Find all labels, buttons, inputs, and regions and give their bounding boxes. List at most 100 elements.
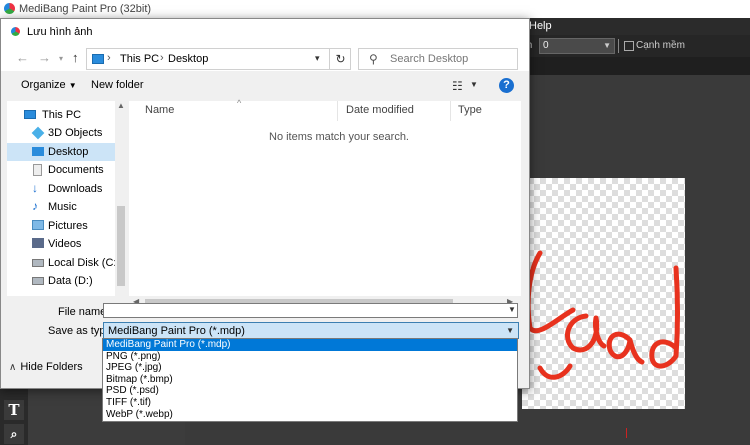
nav-item-pictures[interactable]: Pictures xyxy=(7,217,115,235)
nav-item-data-d[interactable]: Data (D:) xyxy=(7,272,115,290)
view-options-icon[interactable]: ☷ xyxy=(452,79,463,93)
stroke-letter-l xyxy=(525,250,576,334)
search-input[interactable]: ⚲ Search Desktop xyxy=(358,48,518,70)
nav-item-label: 3D Objects xyxy=(48,127,103,139)
nav-item-label: Local Disk (C:) xyxy=(48,257,121,269)
toolbar-divider xyxy=(618,39,619,53)
file-name-label: File name: xyxy=(58,306,110,318)
nav-item-label: Documents xyxy=(48,164,104,176)
app-title: MediBang Paint Pro (32bit) xyxy=(19,3,152,15)
save-image-dialog: Lưu hình ảnh ← → ▾ ↑ › This PC › Desktop… xyxy=(0,18,530,389)
scroll-up-icon[interactable]: ▲ xyxy=(117,101,125,110)
desktop-icon xyxy=(32,147,44,156)
column-header-date-modified[interactable]: Date modified xyxy=(346,104,414,116)
stroke-tail xyxy=(537,363,573,380)
nav-item-downloads[interactable]: ↓ Downloads xyxy=(7,180,115,198)
organize-label: Organize xyxy=(21,79,66,91)
toolbar-combo-value: 0 xyxy=(543,40,549,51)
3d-objects-icon xyxy=(31,126,45,140)
nav-item-local-disk-c[interactable]: Local Disk (C:) xyxy=(7,254,120,272)
refresh-icon[interactable]: ↻ xyxy=(329,49,351,69)
videos-icon xyxy=(32,238,44,248)
select-tool-icon[interactable]: ⌕ xyxy=(4,424,24,444)
command-bar: Organize ▼ New folder ☷ ▼ ? xyxy=(1,71,529,101)
save-as-type-value: MediBang Paint Pro (*.mdp) xyxy=(108,325,245,337)
pictures-icon xyxy=(32,220,44,230)
scrollbar-thumb[interactable] xyxy=(117,206,125,286)
chevron-down-icon: ▼ xyxy=(68,81,77,90)
file-type-option[interactable]: TIFF (*.tif) xyxy=(103,397,517,409)
text-tool-icon[interactable]: T xyxy=(4,400,24,420)
brush-strokes xyxy=(525,250,680,380)
stroke-letter-o xyxy=(565,313,607,353)
chevron-down-icon: ▼ xyxy=(603,41,611,50)
dialog-titlebar: Lưu hình ảnh xyxy=(1,19,529,45)
app-titlebar: MediBang Paint Pro (32bit) xyxy=(0,0,750,18)
nav-item-music[interactable]: ♪ Music xyxy=(7,198,115,216)
nav-item-documents[interactable]: Documents xyxy=(7,161,115,179)
medibang-logo-icon xyxy=(4,3,15,14)
chevron-down-icon[interactable]: ▼ xyxy=(508,305,516,314)
nav-item-label: Downloads xyxy=(48,183,103,195)
up-arrow-icon[interactable]: ↑ xyxy=(72,50,79,65)
forward-arrow-icon[interactable]: → xyxy=(38,50,51,65)
music-icon: ♪ xyxy=(32,199,38,213)
breadcrumb-desktop[interactable]: Desktop xyxy=(168,53,208,65)
stroke-letter-a xyxy=(606,331,645,365)
documents-icon xyxy=(33,164,42,176)
column-header-name[interactable]: Name xyxy=(145,104,174,116)
back-arrow-icon[interactable]: ← xyxy=(16,50,29,65)
file-type-option[interactable]: PNG (*.png) xyxy=(103,351,517,363)
chevron-down-icon[interactable]: ▼ xyxy=(470,80,478,89)
hide-folders-button[interactable]: ∧ Hide Folders xyxy=(9,361,83,373)
column-header-type[interactable]: Type xyxy=(458,104,482,116)
nav-item-desktop[interactable]: Desktop xyxy=(7,143,115,161)
chevron-down-icon: ▼ xyxy=(506,326,514,335)
file-list: ^ Name Date modified Type No items match… xyxy=(129,98,521,296)
nav-item-label: Music xyxy=(48,201,77,213)
menu-help[interactable]: Help xyxy=(529,20,552,32)
pc-icon xyxy=(24,110,36,119)
search-icon: ⚲ xyxy=(369,52,378,66)
file-name-field[interactable] xyxy=(103,303,518,318)
disk-icon xyxy=(32,259,44,267)
nav-item-label: This PC xyxy=(42,109,82,121)
hide-folders-label: Hide Folders xyxy=(20,361,83,373)
file-type-option[interactable]: WebP (*.webp) xyxy=(103,409,517,421)
nav-item-label: Videos xyxy=(48,238,82,250)
disk-icon xyxy=(32,277,44,285)
file-type-option[interactable]: MediBang Paint Pro (*.mdp) xyxy=(103,339,517,351)
toolbar-value-combo[interactable]: 0 ▼ xyxy=(539,38,615,54)
breadcrumb-separator-icon[interactable]: › xyxy=(160,52,164,64)
address-bar[interactable]: › This PC › Desktop ▾ ↻ xyxy=(86,48,351,70)
breadcrumb-separator-icon[interactable]: › xyxy=(107,52,111,64)
nav-item-label: Data (D:) xyxy=(48,275,93,287)
file-type-option[interactable]: Bitmap (*.bmp) xyxy=(103,374,517,386)
new-folder-button[interactable]: New folder xyxy=(91,79,144,91)
downloads-icon: ↓ xyxy=(32,181,38,195)
soft-edge-label: Cạnh mềm xyxy=(636,40,685,51)
pc-icon xyxy=(92,54,104,64)
file-type-option[interactable]: PSD (*.psd) xyxy=(103,385,517,397)
nav-item-videos[interactable]: Videos xyxy=(7,235,115,253)
dialog-title: Lưu hình ảnh xyxy=(27,26,93,38)
nav-item-3d-objects[interactable]: 3D Objects xyxy=(7,124,115,142)
nav-item-this-pc[interactable]: This PC xyxy=(7,106,115,124)
column-divider[interactable] xyxy=(450,101,451,121)
recent-locations-chevron-icon[interactable]: ▾ xyxy=(59,54,63,63)
medibang-logo-icon xyxy=(11,27,20,36)
canvas-marker xyxy=(626,428,627,438)
organize-button[interactable]: Organize ▼ xyxy=(21,79,77,91)
chevron-down-icon[interactable]: ▾ xyxy=(315,53,320,64)
file-type-option[interactable]: JPEG (*.jpg) xyxy=(103,362,517,374)
breadcrumb-this-pc[interactable]: This PC xyxy=(120,53,159,65)
stroke-letter-d xyxy=(649,265,680,369)
navigation-bar: ← → ▾ ↑ › This PC › Desktop ▾ ↻ ⚲ Search… xyxy=(1,45,529,71)
nav-pane-scrollbar[interactable]: ▲ xyxy=(115,101,127,296)
help-button[interactable]: ? xyxy=(499,78,514,93)
column-divider[interactable] xyxy=(337,101,338,121)
save-as-type-select[interactable]: MediBang Paint Pro (*.mdp) ▼ xyxy=(103,322,519,339)
sort-ascending-icon: ^ xyxy=(237,98,242,108)
soft-edge-checkbox[interactable] xyxy=(624,41,634,51)
empty-message: No items match your search. xyxy=(269,131,409,143)
